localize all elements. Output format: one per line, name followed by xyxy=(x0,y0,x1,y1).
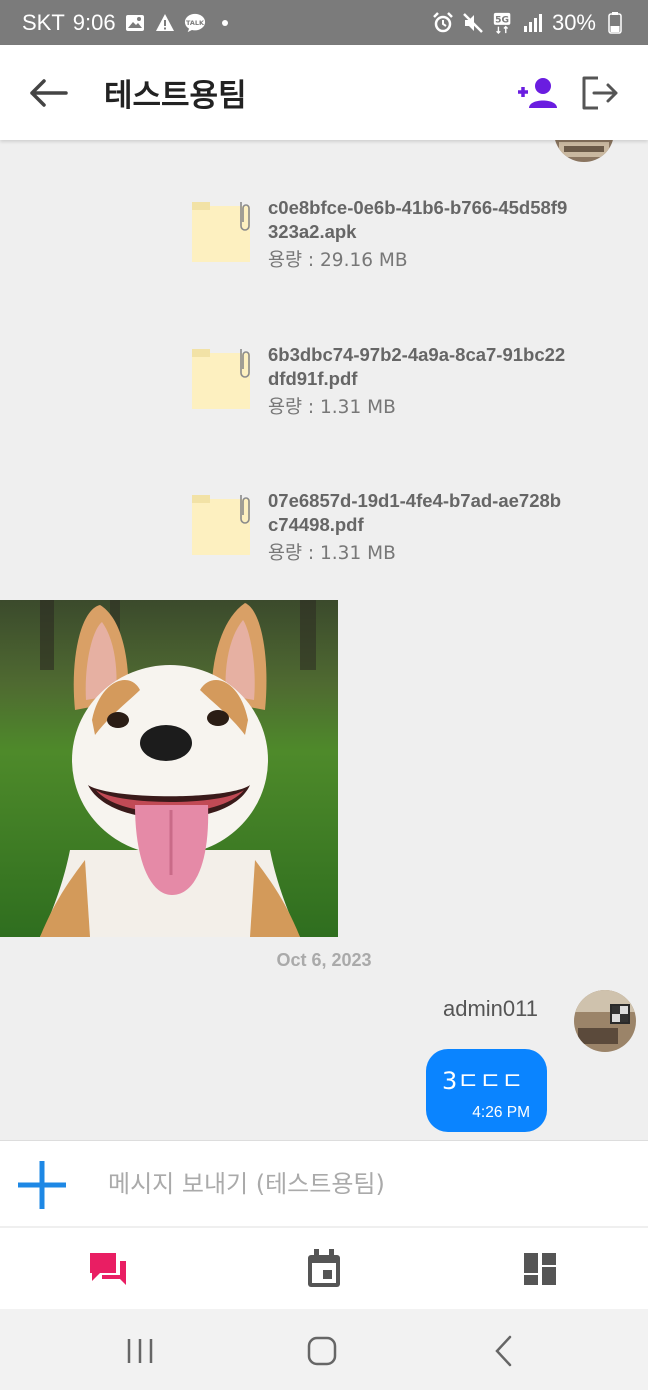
message-text: 3ㄷㄷㄷ xyxy=(442,1067,524,1095)
carrier-label: SKT xyxy=(22,9,65,35)
talk-icon: TALK xyxy=(184,12,206,34)
alarm-icon xyxy=(432,11,454,34)
nav-chat-tab[interactable] xyxy=(0,1228,216,1309)
message-input[interactable] xyxy=(108,1161,628,1207)
file-message[interactable]: 07e6857d-19d1-4fe4-b7ad-ae728bc74498.pdf… xyxy=(190,489,590,579)
back-icon xyxy=(495,1335,512,1367)
add-member-button[interactable] xyxy=(512,67,564,119)
status-bar: SKT 9:06 TALK 5G 30% xyxy=(0,0,648,45)
file-message[interactable]: c0e8bfce-0e6b-41b6-b766-45d58f9323a2.apk… xyxy=(190,196,590,286)
page-title: 테스트용팀 xyxy=(104,78,247,114)
nav-dashboard-tab[interactable] xyxy=(432,1228,648,1309)
file-size: 용량 : 1.31 MB xyxy=(268,397,396,418)
add-person-icon xyxy=(518,78,557,108)
file-folder-icon xyxy=(192,349,250,409)
svg-text:TALK: TALK xyxy=(186,18,205,26)
home-button[interactable] xyxy=(298,1331,346,1371)
system-navigation xyxy=(0,1309,648,1390)
arrow-left-icon xyxy=(30,78,68,107)
app-header: 테스트용팀 xyxy=(0,45,648,140)
message-time: 4:26 PM xyxy=(472,1104,530,1121)
file-size: 용량 : 29.16 MB xyxy=(268,250,408,271)
exit-icon xyxy=(582,76,618,110)
message-bubble[interactable]: 3ㄷㄷㄷ 4:26 PM xyxy=(426,1049,547,1132)
nav-calendar-tab[interactable] xyxy=(216,1228,432,1309)
back-button[interactable] xyxy=(24,69,72,117)
file-name: 6b3dbc74-97b2-4a9a-8ca7-91bc22dfd91f.pdf xyxy=(268,344,566,389)
image-icon xyxy=(124,12,146,34)
clock: 9:06 xyxy=(72,9,116,35)
dog-photo xyxy=(0,600,338,937)
system-back-button[interactable] xyxy=(480,1331,528,1371)
file-message[interactable]: 6b3dbc74-97b2-4a9a-8ca7-91bc22dfd91f.pdf… xyxy=(190,343,590,433)
plus-icon xyxy=(18,1161,66,1209)
dot-icon xyxy=(214,12,236,34)
5g-label: 5G xyxy=(495,14,509,25)
mute-icon xyxy=(462,12,484,34)
home-icon xyxy=(307,1336,337,1366)
dashboard-icon xyxy=(524,1252,556,1285)
battery-percent: 30% xyxy=(551,9,596,35)
battery-icon xyxy=(604,11,626,34)
file-folder-icon xyxy=(192,202,250,262)
status-bar-left: SKT 9:06 TALK xyxy=(22,10,236,36)
avatar[interactable] xyxy=(574,990,636,1052)
file-name: c0e8bfce-0e6b-41b6-b766-45d58f9323a2.apk xyxy=(268,197,568,242)
avatar[interactable] xyxy=(554,140,614,162)
signal-icon xyxy=(522,12,544,34)
file-folder-icon xyxy=(192,495,250,555)
bottom-navigation xyxy=(0,1228,648,1309)
calendar-icon xyxy=(308,1248,340,1287)
file-size: 용량 : 1.31 MB xyxy=(268,543,396,564)
message-composer xyxy=(0,1140,648,1226)
message-list[interactable]: c0e8bfce-0e6b-41b6-b766-45d58f9323a2.apk… xyxy=(0,140,648,1140)
chat-icon xyxy=(90,1252,126,1285)
date-separator: Oct 6, 2023 xyxy=(276,950,372,970)
recent-apps-icon xyxy=(127,1339,153,1363)
attach-button[interactable] xyxy=(14,1158,70,1212)
status-bar-right: 5G 30% xyxy=(432,10,626,36)
sender-name: admin011 xyxy=(443,996,538,1021)
recent-apps-button[interactable] xyxy=(116,1331,164,1371)
5g-icon: 5G xyxy=(492,12,514,34)
file-name: 07e6857d-19d1-4fe4-b7ad-ae728bc74498.pdf xyxy=(268,490,562,535)
warning-icon xyxy=(154,12,176,34)
image-message[interactable] xyxy=(0,600,338,937)
leave-room-button[interactable] xyxy=(576,67,624,119)
